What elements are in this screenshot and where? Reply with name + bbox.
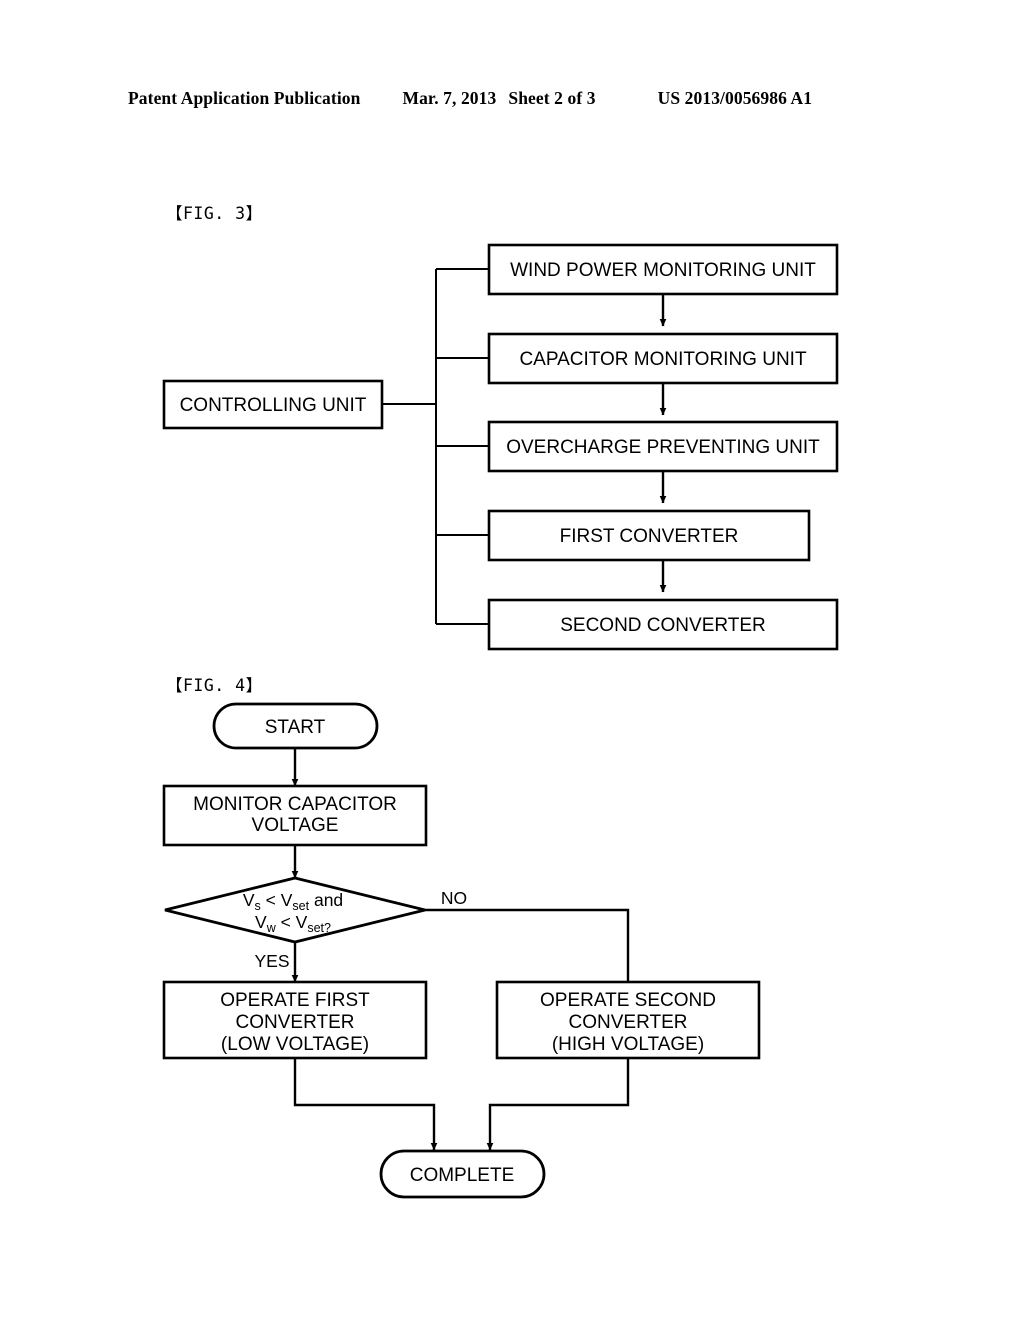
fig4-first-converter-line-3: (LOW VOLTAGE) (221, 1034, 369, 1055)
fig4-branch-label-no: NO (441, 888, 467, 908)
fig4-node-complete: COMPLETE (379, 1149, 546, 1199)
fig4-second-converter-line-2: CONVERTER (569, 1012, 688, 1033)
fig4-complete-label: COMPLETE (410, 1165, 515, 1186)
fig4-branch-label-yes: YES (254, 951, 289, 971)
fig4-second-converter-line-3: (HIGH VOLTAGE) (552, 1034, 704, 1055)
fig4-first-converter-line-2: CONVERTER (236, 1012, 355, 1033)
fig4-monitor-line-1: MONITOR CAPACITOR (193, 794, 397, 815)
fig4-first-converter-line-1: OPERATE FIRST (220, 990, 370, 1011)
fig4-second-converter-line-1: OPERATE SECOND (540, 990, 716, 1011)
fig4-start-label: START (265, 717, 326, 738)
fig4-monitor-line-2: VOLTAGE (252, 815, 339, 836)
fig4-node-start: START (212, 702, 379, 750)
fig4-node-operate-first-converter: OPERATE FIRST CONVERTER (LOW VOLTAGE) (162, 980, 428, 1060)
patent-page: Patent Application Publication Mar. 7, 2… (0, 0, 1024, 1320)
figure-4-flowchart: START MONITOR CAPACITOR VOLTAGE Vs < Vse… (162, 702, 761, 1199)
fig4-node-monitor-capacitor-voltage: MONITOR CAPACITOR VOLTAGE (162, 784, 428, 847)
fig4-node-decision-voltage: Vs < Vset and Vw < Vset? (164, 876, 426, 944)
fig4-node-operate-second-converter: OPERATE SECOND CONVERTER (HIGH VOLTAGE) (495, 980, 761, 1060)
